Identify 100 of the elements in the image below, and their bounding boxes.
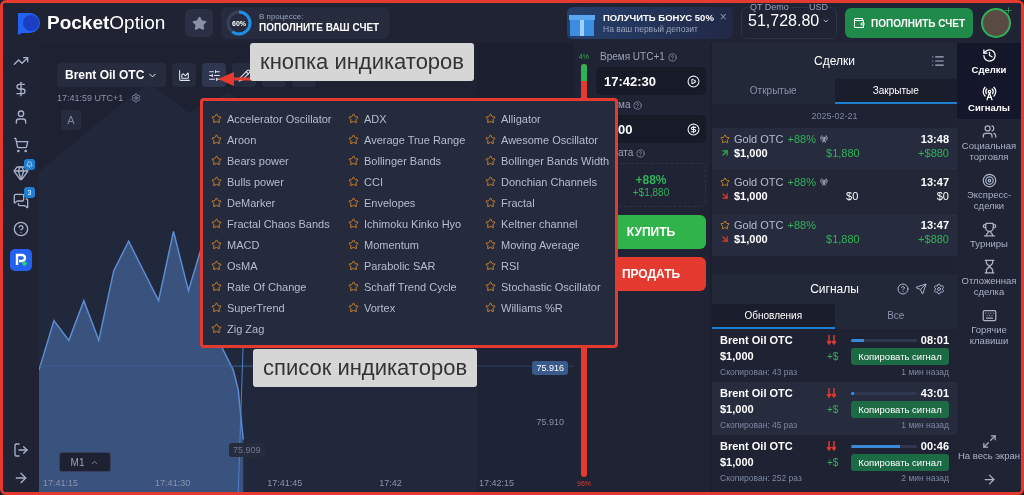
indicator-item[interactable]: Average True Range bbox=[346, 129, 483, 150]
star-icon bbox=[211, 176, 222, 187]
indicator-item[interactable]: DeMarker bbox=[209, 192, 346, 213]
auto-scale-button[interactable]: A bbox=[61, 109, 81, 130]
help-icon[interactable] bbox=[636, 148, 646, 158]
cart-icon[interactable] bbox=[13, 137, 29, 153]
payout-amount: +$1,880 bbox=[632, 186, 670, 198]
copied-count: Скопирован: 43 раз bbox=[720, 366, 799, 377]
copy-signal-button[interactable]: Копировать сигнал bbox=[851, 401, 949, 418]
copy-signal-button[interactable]: Копировать сигнал bbox=[851, 348, 949, 365]
deal-card[interactable]: Gold OTC +88% 13:47 $1,000 $1,880 +$880 bbox=[712, 214, 957, 256]
arrow-right-icon bbox=[981, 472, 997, 487]
indicator-item[interactable]: SuperTrend bbox=[209, 297, 346, 318]
signal-asset: Brent Oil OTC bbox=[720, 440, 794, 453]
antenna-icon bbox=[981, 85, 997, 101]
indicator-item[interactable]: OsMA bbox=[209, 255, 346, 276]
avatar[interactable] bbox=[981, 8, 1011, 38]
indicator-item[interactable]: Envelopes bbox=[346, 192, 483, 213]
help-icon[interactable] bbox=[13, 221, 29, 237]
indicator-item[interactable]: Momentum bbox=[346, 234, 483, 255]
telegram-icon[interactable] bbox=[915, 283, 927, 295]
deals-tab[interactable]: Закрытые bbox=[834, 79, 957, 104]
target-icon bbox=[981, 172, 997, 188]
chat-icon[interactable] bbox=[13, 193, 29, 209]
chart-type-button[interactable] bbox=[172, 63, 197, 87]
logout-icon[interactable] bbox=[13, 442, 29, 458]
star-icon bbox=[211, 197, 222, 208]
timeframe-button[interactable]: M1 bbox=[59, 452, 111, 472]
indicators-button[interactable] bbox=[202, 63, 227, 87]
sidebar-item[interactable]: Экспресс-сделки bbox=[957, 167, 1021, 217]
expand-icon bbox=[981, 434, 997, 450]
app-logo-icon[interactable] bbox=[10, 249, 32, 271]
time-field[interactable]: 17:42:30 bbox=[596, 67, 706, 95]
diamond-icon[interactable] bbox=[13, 165, 29, 181]
deal-card[interactable]: Gold OTC +88% 13:47 $1,000 $0 $0 bbox=[712, 171, 957, 213]
help-icon[interactable] bbox=[633, 100, 643, 110]
progress-ring bbox=[225, 9, 253, 37]
star-icon bbox=[211, 218, 222, 229]
play-icon bbox=[687, 74, 700, 88]
profit-sign: +$ bbox=[827, 404, 840, 415]
price-label: 75.916 bbox=[532, 361, 568, 375]
indicator-item[interactable]: Williams %R bbox=[483, 297, 615, 318]
star-icon bbox=[485, 197, 496, 208]
close-button[interactable]: × bbox=[719, 10, 727, 24]
people-icon bbox=[981, 123, 997, 139]
indicator-item[interactable]: Accelerator Oscillator bbox=[209, 108, 346, 129]
asset-dropdown[interactable]: Brent Oil OTC bbox=[57, 63, 167, 87]
bonus-banner[interactable]: ПОЛУЧИТЬ БОНУС 50% На ваш первый депозит × bbox=[567, 7, 733, 39]
sidebar-item[interactable]: На весь экран bbox=[957, 429, 1021, 467]
sidebar-item[interactable]: Турниры bbox=[957, 216, 1021, 255]
indicator-item[interactable]: Bollinger Bands bbox=[346, 150, 483, 171]
indicator-item[interactable]: ADX bbox=[346, 108, 483, 129]
indicator-item[interactable]: MACD bbox=[209, 234, 346, 255]
indicator-item[interactable]: Vortex bbox=[346, 297, 483, 318]
deal-time: 13:48 bbox=[920, 133, 949, 145]
indicator-item[interactable]: Fractal bbox=[483, 192, 615, 213]
balance-dropdown[interactable]: 51,728.80 bbox=[748, 12, 830, 30]
indicator-item[interactable]: Parabolic SAR bbox=[346, 255, 483, 276]
star-icon bbox=[348, 134, 359, 145]
list-icon[interactable] bbox=[931, 54, 945, 68]
indicator-item[interactable]: CCI bbox=[346, 171, 483, 192]
arrow-down-icon bbox=[720, 191, 730, 201]
sidebar-item[interactable]: Сделки bbox=[957, 43, 1021, 81]
indicator-item[interactable]: Fractal Chaos Bands bbox=[209, 213, 346, 234]
signals-tab[interactable]: Обновления bbox=[712, 304, 835, 329]
settings-icon[interactable] bbox=[933, 283, 945, 295]
plus-icon bbox=[1004, 6, 1013, 15]
favorites-button[interactable] bbox=[185, 9, 213, 37]
amount-label: ма bbox=[618, 99, 631, 111]
sidebar-item[interactable]: Сигналы bbox=[957, 80, 1021, 119]
deal-time: 13:47 bbox=[920, 176, 949, 188]
indicator-item[interactable]: Bulls power bbox=[209, 171, 346, 192]
help-icon[interactable] bbox=[897, 283, 909, 295]
trophy-icon bbox=[981, 221, 997, 237]
indicator-item[interactable]: Zig Zag bbox=[209, 318, 346, 339]
sidebar-item[interactable]: Горячие клавиши bbox=[957, 303, 1021, 353]
deals-tab[interactable]: Открытые bbox=[712, 79, 835, 104]
indicator-item[interactable]: Bears power bbox=[209, 150, 346, 171]
annotation-tooltip: кнопка индикаторов bbox=[250, 43, 475, 81]
copied-count: Скопирован: 45 раз bbox=[720, 419, 799, 430]
copy-signal-button[interactable]: Копировать сигнал bbox=[851, 454, 949, 471]
signals-tab[interactable]: Все bbox=[834, 304, 957, 329]
deal-card[interactable]: Gold OTC +88% 13:48 $1,000 $1,880 +$880 bbox=[712, 128, 957, 170]
indicator-item[interactable]: Aroon bbox=[209, 129, 346, 150]
time-label: 17:41:30 bbox=[155, 478, 191, 489]
help-icon[interactable] bbox=[667, 52, 677, 62]
sidebar-item[interactable]: Отложенная сделка bbox=[957, 254, 1021, 304]
sliders-icon bbox=[207, 68, 221, 82]
settings-icon[interactable] bbox=[131, 93, 142, 104]
indicator-item[interactable]: Ichimoku Kinko Hyo bbox=[346, 213, 483, 234]
indicator-item[interactable]: Schaff Trend Cycle bbox=[346, 276, 483, 297]
indicator-item[interactable]: Rate Of Change bbox=[209, 276, 346, 297]
deposit-button[interactable]: ПОПОЛНИТЬ СЧЕТ bbox=[845, 8, 973, 38]
indicator-item[interactable]: Donchian Channels bbox=[483, 171, 615, 192]
sidebar-item[interactable]: Социальная торговля bbox=[957, 118, 1021, 168]
dollar-icon[interactable] bbox=[13, 81, 29, 97]
progress-title: ПОПОЛНИТЕ ВАШ СЧЕТ bbox=[259, 21, 380, 34]
user-icon[interactable] bbox=[13, 109, 29, 125]
indicator-item[interactable]: Bollinger Bands Width bbox=[483, 150, 615, 171]
dollar-icon bbox=[687, 122, 700, 136]
